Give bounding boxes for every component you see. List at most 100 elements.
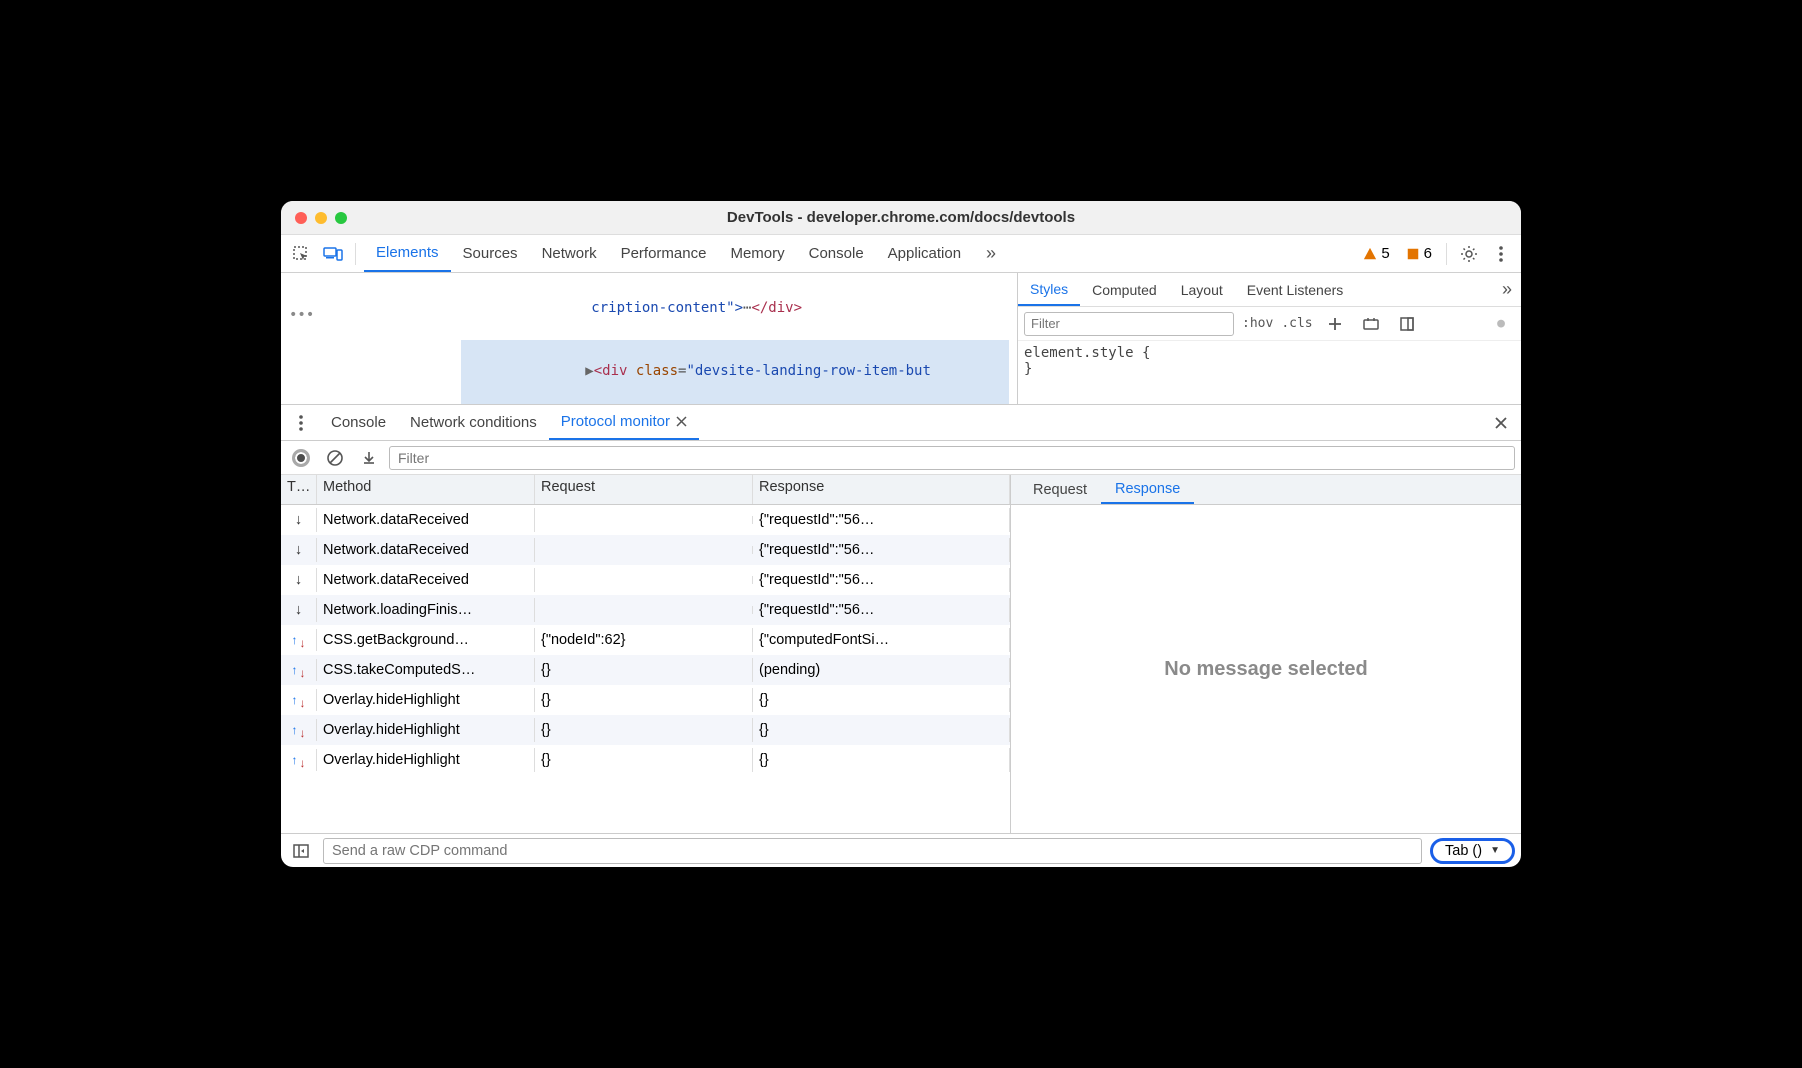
- header-method[interactable]: Method: [317, 475, 535, 504]
- styles-filter-input[interactable]: [1024, 312, 1234, 336]
- table-header: T… Method Request Response: [281, 475, 1010, 505]
- ellipsis-icon[interactable]: •••: [283, 301, 320, 329]
- incoming-icon: [295, 572, 302, 588]
- incoming-icon: [295, 542, 302, 558]
- table-row[interactable]: Network.loadingFinis…{"requestId":"56…: [281, 595, 1010, 625]
- kebab-menu-icon[interactable]: [1487, 240, 1515, 268]
- style-rule-close: }: [1024, 361, 1515, 377]
- issues-count: 6: [1424, 245, 1432, 262]
- divider: [355, 243, 356, 265]
- window-title: DevTools - developer.chrome.com/docs/dev…: [281, 209, 1521, 226]
- more-styles-tabs[interactable]: [1493, 276, 1521, 304]
- message-tab-request[interactable]: Request: [1019, 475, 1101, 504]
- more-tabs-button[interactable]: [977, 240, 1005, 268]
- header-type[interactable]: T…: [281, 475, 317, 504]
- table-row[interactable]: Network.dataReceived{"requestId":"56…: [281, 565, 1010, 595]
- table-row[interactable]: Overlay.hideHighlight{}{}: [281, 685, 1010, 715]
- table-row[interactable]: Network.dataReceived{"requestId":"56…: [281, 535, 1010, 565]
- main-tabs: ElementsSourcesNetworkPerformanceMemoryC…: [281, 235, 1521, 273]
- tab-network[interactable]: Network: [530, 235, 609, 272]
- tab-application[interactable]: Application: [876, 235, 973, 272]
- styles-body[interactable]: element.style { }: [1018, 341, 1521, 381]
- style-rule-open: element.style {: [1024, 345, 1515, 361]
- close-tab-icon[interactable]: [676, 416, 687, 427]
- target-select[interactable]: Tab () ▼: [1430, 838, 1515, 864]
- tab-memory[interactable]: Memory: [718, 235, 796, 272]
- message-tabs: RequestResponse: [1011, 475, 1521, 505]
- message-panel: RequestResponse No message selected: [1011, 475, 1521, 833]
- styles-tab-layout[interactable]: Layout: [1169, 273, 1235, 306]
- message-tab-response[interactable]: Response: [1101, 475, 1194, 504]
- protocol-toolbar: [281, 441, 1521, 475]
- dom-line-selected[interactable]: ▶<div class="devsite-landing-row-item-bu…: [461, 340, 1009, 403]
- styles-tab-styles[interactable]: Styles: [1018, 273, 1080, 306]
- table-row[interactable]: Overlay.hideHighlight{}{}: [281, 745, 1010, 775]
- warnings-badge[interactable]: 5: [1363, 245, 1389, 262]
- incoming-icon: [295, 512, 302, 528]
- drawer-tab-network-conditions[interactable]: Network conditions: [398, 405, 549, 440]
- tab-console[interactable]: Console: [797, 235, 876, 272]
- bidirectional-icon: [292, 753, 306, 767]
- bidirectional-icon: [292, 663, 306, 677]
- drawer-tab-console[interactable]: Console: [319, 405, 398, 440]
- bidirectional-icon: [292, 633, 306, 647]
- toggle-sidebar-icon[interactable]: [287, 837, 315, 865]
- styles-tabs: StylesComputedLayoutEvent Listeners: [1018, 273, 1521, 307]
- inspect-icon[interactable]: [287, 240, 315, 268]
- elements-dom-tree[interactable]: cription-content">⋯</div> ▶<div class="d…: [281, 273, 1017, 404]
- table-row[interactable]: CSS.takeComputedS…{}(pending): [281, 655, 1010, 685]
- bidirectional-icon: [292, 723, 306, 737]
- protocol-table: T… Method Request Response Network.dataR…: [281, 475, 1011, 833]
- bidirectional-icon: [292, 693, 306, 707]
- styles-tab-event-listeners[interactable]: Event Listeners: [1235, 273, 1356, 306]
- computed-panel-icon[interactable]: [1393, 310, 1421, 338]
- warnings-count: 5: [1381, 245, 1389, 262]
- incoming-icon: [295, 602, 302, 618]
- drawer-tabs: ConsoleNetwork conditionsProtocol monito…: [281, 405, 1521, 441]
- devtools-window: DevTools - developer.chrome.com/docs/dev…: [281, 201, 1521, 867]
- cdp-command-input[interactable]: [323, 838, 1422, 864]
- drawer-tab-protocol-monitor[interactable]: Protocol monitor: [549, 405, 699, 440]
- flex-editor-icon[interactable]: [1357, 310, 1385, 338]
- settings-icon[interactable]: [1455, 240, 1483, 268]
- record-button[interactable]: [287, 444, 315, 472]
- traffic-lights: [295, 212, 347, 224]
- table-body: Network.dataReceived{"requestId":"56…Net…: [281, 505, 1010, 833]
- table-row[interactable]: Overlay.hideHighlight{}{}: [281, 715, 1010, 745]
- drawer-close-icon[interactable]: [1487, 409, 1515, 437]
- close-window-button[interactable]: [295, 212, 307, 224]
- styles-tab-computed[interactable]: Computed: [1080, 273, 1169, 306]
- dom-line[interactable]: cription-content">⋯</div>: [501, 277, 1009, 340]
- scroll-indicator: ●: [1487, 310, 1515, 338]
- styles-toolbar: :hov .cls ●: [1018, 307, 1521, 341]
- protocol-filter-input[interactable]: [389, 446, 1515, 470]
- styles-panel: StylesComputedLayoutEvent Listeners :hov…: [1017, 273, 1521, 404]
- upper-split: ••• cription-content">⋯</div> ▶<div clas…: [281, 273, 1521, 405]
- divider: [1446, 243, 1447, 265]
- add-rule-icon[interactable]: [1321, 310, 1349, 338]
- chevron-down-icon: ▼: [1490, 845, 1500, 856]
- tab-performance[interactable]: Performance: [609, 235, 719, 272]
- message-empty-state: No message selected: [1011, 505, 1521, 833]
- save-button[interactable]: [355, 444, 383, 472]
- target-label: Tab (): [1445, 843, 1482, 859]
- tab-elements[interactable]: Elements: [364, 235, 451, 272]
- command-bar: Tab () ▼: [281, 833, 1521, 867]
- dom-line-selected[interactable]: tons">⋯</div>flex== $0: [461, 403, 1009, 404]
- device-toolbar-icon[interactable]: [319, 240, 347, 268]
- drawer-kebab-icon[interactable]: [287, 409, 315, 437]
- issues-badge[interactable]: 6: [1406, 245, 1432, 262]
- table-row[interactable]: Network.dataReceived{"requestId":"56…: [281, 505, 1010, 535]
- table-row[interactable]: CSS.getBackground…{"nodeId":62}{"compute…: [281, 625, 1010, 655]
- tab-sources[interactable]: Sources: [451, 235, 530, 272]
- protocol-split: T… Method Request Response Network.dataR…: [281, 475, 1521, 833]
- hov-toggle[interactable]: :hov: [1242, 316, 1273, 331]
- titlebar: DevTools - developer.chrome.com/docs/dev…: [281, 201, 1521, 235]
- maximize-window-button[interactable]: [335, 212, 347, 224]
- clear-button[interactable]: [321, 444, 349, 472]
- elements-panel: ••• cription-content">⋯</div> ▶<div clas…: [281, 273, 1017, 404]
- cls-toggle[interactable]: .cls: [1281, 316, 1312, 331]
- minimize-window-button[interactable]: [315, 212, 327, 224]
- header-response[interactable]: Response: [753, 475, 1010, 504]
- header-request[interactable]: Request: [535, 475, 753, 504]
